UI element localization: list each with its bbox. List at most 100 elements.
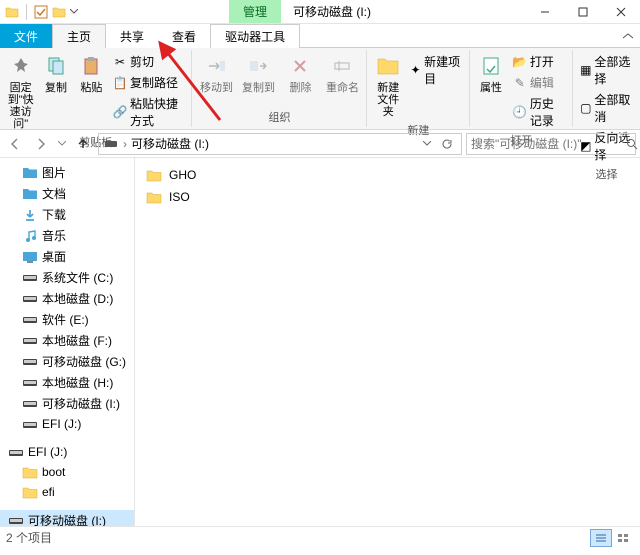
paste-shortcut-button[interactable]: 🔗粘贴快捷方式 bbox=[110, 94, 187, 130]
new-item-button[interactable]: ✦新建项目 bbox=[407, 52, 465, 88]
select-all-button[interactable]: ▦全部选择 bbox=[577, 52, 636, 88]
maximize-button[interactable] bbox=[564, 0, 602, 24]
properties-button[interactable]: 属性 bbox=[474, 50, 508, 96]
icons-view-button[interactable] bbox=[612, 529, 634, 547]
tree-item-label: efi bbox=[42, 485, 55, 499]
ribbon: 固定到"快速访问" 复制 粘贴 ✂剪切 📋复制路径 🔗粘贴快捷方式 剪贴板 移动… bbox=[0, 48, 640, 130]
tab-drive-tools[interactable]: 驱动器工具 bbox=[210, 24, 300, 48]
refresh-button[interactable] bbox=[437, 134, 457, 154]
edit-button[interactable]: ✎编辑 bbox=[510, 73, 568, 92]
tree-item[interactable]: 本地磁盘 (H:) bbox=[0, 372, 134, 393]
history-button[interactable]: 🕘历史记录 bbox=[510, 94, 568, 130]
delete-button[interactable]: 删除 bbox=[280, 50, 320, 96]
tab-share[interactable]: 共享 bbox=[106, 24, 158, 48]
rename-icon bbox=[328, 52, 356, 80]
tree-item[interactable]: 系统文件 (C:) bbox=[0, 267, 134, 288]
copy-button[interactable]: 复制 bbox=[39, 50, 72, 96]
dropdown-button[interactable] bbox=[417, 134, 437, 154]
new-folder-button[interactable]: 新建文件夹 bbox=[371, 50, 405, 120]
tab-view[interactable]: 查看 bbox=[158, 24, 210, 48]
tree-item[interactable]: 本地磁盘 (D:) bbox=[0, 288, 134, 309]
context-tab-manage[interactable]: 管理 bbox=[229, 0, 281, 23]
select-none-button[interactable]: ▢全部取消 bbox=[577, 90, 636, 126]
search-icon[interactable] bbox=[626, 138, 638, 150]
copy-path-button[interactable]: 📋复制路径 bbox=[110, 73, 187, 92]
drive-icon bbox=[22, 354, 38, 370]
cut-icon: ✂ bbox=[113, 55, 127, 69]
open-button[interactable]: 📂打开 bbox=[510, 52, 568, 71]
search-input[interactable] bbox=[471, 137, 626, 151]
address-bar[interactable]: › 可移动磁盘 (I:) bbox=[98, 133, 462, 155]
tab-file[interactable]: 文件 bbox=[0, 24, 52, 48]
drive-icon bbox=[22, 291, 38, 307]
drive-icon bbox=[22, 312, 38, 328]
copy-to-button[interactable]: 复制到 bbox=[238, 50, 278, 96]
paste-icon bbox=[77, 52, 105, 80]
collapse-ribbon-button[interactable] bbox=[616, 24, 640, 48]
paste-button[interactable]: 粘贴 bbox=[75, 50, 108, 96]
drive-icon bbox=[8, 444, 24, 460]
tree-item[interactable]: 可移动磁盘 (I:) bbox=[0, 510, 134, 526]
tree-item-label: boot bbox=[42, 465, 65, 479]
tree-item-label: 软件 (E:) bbox=[42, 311, 89, 328]
pin-quickaccess-button[interactable]: 固定到"快速访问" bbox=[4, 50, 37, 132]
downloads-icon bbox=[22, 207, 38, 223]
tree-item[interactable]: 可移动磁盘 (G:) bbox=[0, 351, 134, 372]
drive-icon bbox=[22, 333, 38, 349]
tree-item[interactable]: 文档 bbox=[0, 183, 134, 204]
tree-item[interactable]: 下载 bbox=[0, 204, 134, 225]
tree-item[interactable]: 可移动磁盘 (I:) bbox=[0, 393, 134, 414]
tree-item[interactable]: EFI (J:) bbox=[0, 442, 134, 462]
folder-icon bbox=[4, 4, 20, 20]
move-to-button[interactable]: 移动到 bbox=[196, 50, 236, 96]
drive-icon bbox=[22, 270, 38, 286]
file-item[interactable]: ISO bbox=[141, 186, 634, 208]
cut-button[interactable]: ✂剪切 bbox=[110, 52, 187, 71]
tab-home[interactable]: 主页 bbox=[52, 24, 106, 48]
file-item[interactable]: GHO bbox=[141, 164, 634, 186]
edit-icon: ✎ bbox=[513, 76, 527, 90]
tree-item-label: 本地磁盘 (F:) bbox=[42, 332, 112, 349]
up-button[interactable] bbox=[72, 133, 94, 155]
tree-item[interactable]: efi bbox=[0, 482, 134, 502]
tree-item[interactable]: 桌面 bbox=[0, 246, 134, 267]
tree-item-label: 桌面 bbox=[42, 248, 66, 265]
tree-item-label: 系统文件 (C:) bbox=[42, 269, 113, 286]
forward-button[interactable] bbox=[30, 133, 52, 155]
path-icon: 📋 bbox=[113, 76, 127, 90]
copyto-icon bbox=[244, 52, 272, 80]
back-button[interactable] bbox=[4, 133, 26, 155]
rename-button[interactable]: 重命名 bbox=[322, 50, 362, 96]
minimize-button[interactable] bbox=[526, 0, 564, 24]
tree-item[interactable]: 图片 bbox=[0, 162, 134, 183]
tree-item-label: 可移动磁盘 (I:) bbox=[42, 395, 120, 412]
ribbon-tabs: 文件 主页 共享 查看 驱动器工具 bbox=[0, 24, 640, 48]
tree-item-label: 音乐 bbox=[42, 227, 66, 244]
item-count: 2 个项目 bbox=[6, 529, 52, 546]
tree-item[interactable]: EFI (J:) bbox=[0, 414, 134, 434]
recent-button[interactable] bbox=[56, 133, 68, 155]
navigation-tree[interactable]: 图片文档下载音乐桌面系统文件 (C:) 本地磁盘 (D:) 软件 (E:) 本地磁盘 … bbox=[0, 158, 135, 526]
tree-item[interactable]: 音乐 bbox=[0, 225, 134, 246]
tree-item-label: EFI (J:) bbox=[42, 417, 81, 431]
drive-icon bbox=[22, 375, 38, 391]
history-icon: 🕘 bbox=[513, 105, 527, 119]
moveto-icon bbox=[202, 52, 230, 80]
music-icon bbox=[22, 228, 38, 244]
dropdown-icon[interactable] bbox=[69, 4, 79, 20]
delete-icon bbox=[286, 52, 314, 80]
tree-item-label: 图片 bbox=[42, 164, 66, 181]
tree-item[interactable]: boot bbox=[0, 462, 134, 482]
open-icon: 📂 bbox=[513, 55, 527, 69]
search-box[interactable] bbox=[466, 133, 636, 155]
breadcrumb[interactable]: 可移动磁盘 (I:) bbox=[131, 135, 209, 152]
newitem-icon: ✦ bbox=[410, 63, 421, 77]
folder-icon bbox=[22, 464, 38, 480]
checkbox-icon[interactable] bbox=[33, 4, 49, 20]
tree-item[interactable]: 软件 (E:) bbox=[0, 309, 134, 330]
close-button[interactable] bbox=[602, 0, 640, 24]
folder-icon[interactable] bbox=[51, 4, 67, 20]
file-list[interactable]: GHOISO bbox=[135, 158, 640, 526]
tree-item[interactable]: 本地磁盘 (F:) bbox=[0, 330, 134, 351]
details-view-button[interactable] bbox=[590, 529, 612, 547]
